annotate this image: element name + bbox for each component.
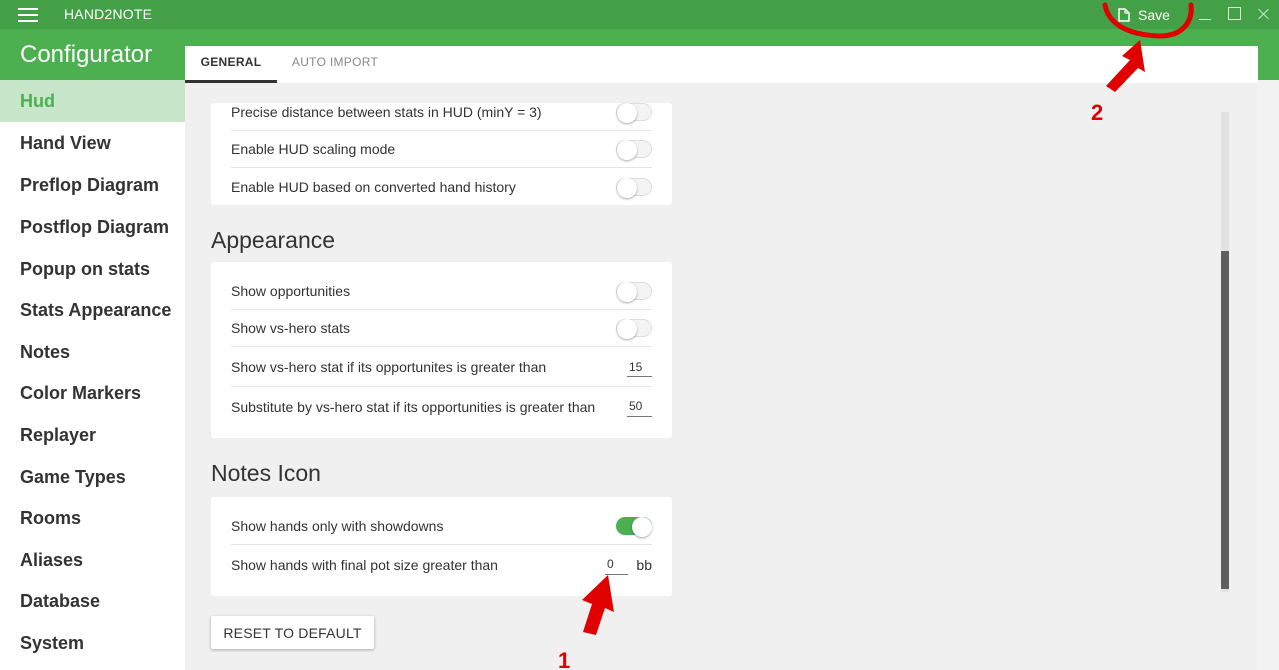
setting-label: Enable HUD scaling mode — [231, 141, 396, 157]
menu-icon[interactable] — [18, 8, 38, 22]
sidebar-item-color-markers[interactable]: Color Markers — [0, 372, 185, 414]
list-item: Show hands only with showdowns — [231, 508, 652, 545]
appearance-heading: Appearance — [211, 227, 336, 253]
list-item: Show vs-hero stat if its opportunites is… — [231, 348, 652, 387]
hud-settings-card: Precise distance between stats in HUD (m… — [211, 103, 672, 205]
save-label: Save — [1138, 6, 1170, 23]
tab-bar: GENERAL AUTO IMPORT — [185, 46, 1258, 83]
showdowns-only-toggle[interactable] — [616, 517, 652, 537]
title-bar: HAND2NOTE Save — [0, 0, 1279, 29]
notes-icon-heading: Notes Icon — [211, 460, 321, 486]
annotation-number-1: 1 — [558, 648, 571, 670]
sidebar-item-preflop-diagram[interactable]: Preflop Diagram — [0, 164, 185, 206]
list-item: Show opportunities — [231, 273, 652, 310]
sidebar-item-popup-on-stats[interactable]: Popup on stats — [0, 248, 185, 290]
sidebar-item-hud[interactable]: Hud — [0, 80, 185, 122]
minimize-icon[interactable] — [1198, 7, 1212, 21]
list-item: Show hands with final pot size greater t… — [231, 545, 652, 584]
file-icon — [1118, 7, 1130, 22]
setting-label: Show hands only with showdowns — [231, 518, 444, 534]
hud-scaling-toggle[interactable] — [616, 140, 652, 160]
list-item: Show vs-hero stats — [231, 310, 652, 347]
app-title: HAND2NOTE — [64, 6, 153, 22]
setting-label: Substitute by vs-hero stat if its opport… — [231, 398, 596, 415]
list-item: Substitute by vs-hero stat if its opport… — [231, 387, 652, 426]
show-opportunities-toggle[interactable] — [616, 282, 652, 302]
sidebar-item-rooms[interactable]: Rooms — [0, 497, 185, 539]
pot-size-input[interactable] — [605, 554, 628, 575]
sidebar-item-game-types[interactable]: Game Types — [0, 456, 185, 498]
setting-label: Show vs-hero stats — [231, 320, 351, 336]
substitute-threshold-input[interactable] — [627, 396, 652, 417]
annotation-number-2: 2 — [1091, 100, 1104, 125]
setting-label: Show vs-hero stat if its opportunites is… — [231, 359, 547, 375]
tab-general[interactable]: GENERAL — [185, 46, 277, 83]
close-icon[interactable] — [1257, 7, 1271, 21]
sidebar-item-stats-appearance[interactable]: Stats Appearance — [0, 289, 185, 331]
setting-label: Enable HUD based on converted hand histo… — [231, 178, 516, 195]
scrollbar-thumb[interactable] — [1221, 251, 1229, 589]
sidebar-item-postflop-diagram[interactable]: Postflop Diagram — [0, 206, 185, 248]
content-panel: GENERAL AUTO IMPORT Precise distance bet… — [185, 46, 1258, 670]
setting-label: Precise distance between stats in HUD (m… — [231, 104, 542, 120]
converted-hh-toggle[interactable] — [616, 177, 652, 198]
sidebar-item-aliases[interactable]: Aliases — [0, 539, 185, 581]
appearance-card: Show opportunities Show vs-hero stats Sh… — [211, 262, 672, 438]
sidebar-item-system[interactable]: System — [0, 622, 185, 664]
precise-distance-toggle[interactable] — [616, 103, 652, 123]
reset-to-default-button[interactable]: RESET TO DEFAULT — [211, 616, 374, 649]
setting-label: Show opportunities — [231, 283, 351, 299]
list-item: Enable HUD scaling mode — [231, 131, 652, 168]
list-item: Enable HUD based on converted hand histo… — [231, 168, 652, 205]
show-vs-hero-toggle[interactable] — [616, 319, 652, 339]
save-button[interactable]: Save — [1118, 4, 1170, 25]
sidebar: Hud Hand View Preflop Diagram Postflop D… — [0, 80, 185, 670]
sidebar-item-replayer[interactable]: Replayer — [0, 414, 185, 456]
list-item: Precise distance between stats in HUD (m… — [231, 94, 652, 131]
maximize-icon[interactable] — [1228, 7, 1241, 20]
setting-label: Show hands with final pot size greater t… — [231, 556, 498, 573]
sidebar-item-notes[interactable]: Notes — [0, 331, 185, 373]
unit-label: bb — [636, 556, 652, 573]
tab-auto-import[interactable]: AUTO IMPORT — [283, 46, 387, 83]
vs-hero-threshold-input[interactable] — [627, 357, 652, 377]
notes-icon-card: Show hands only with showdowns Show hand… — [211, 497, 672, 596]
sidebar-item-hand-view[interactable]: Hand View — [0, 122, 185, 164]
sidebar-item-database[interactable]: Database — [0, 580, 185, 622]
page-title: Configurator — [20, 41, 153, 68]
